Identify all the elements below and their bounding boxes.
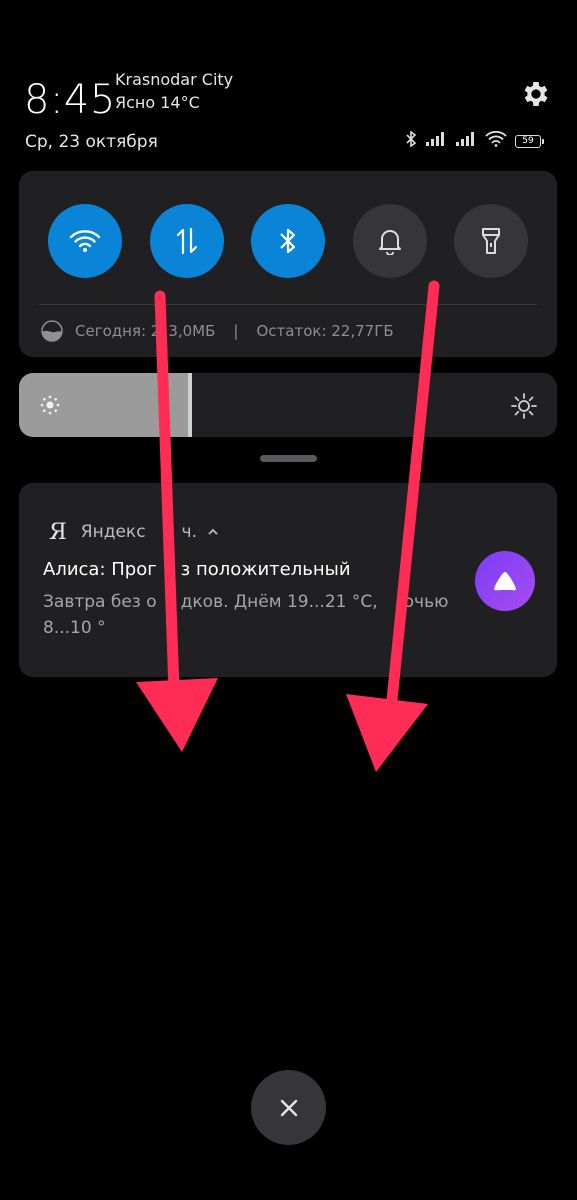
app-name: Яндекс xyxy=(80,522,146,542)
notification-header: Я Яндекс ч. xyxy=(49,519,219,545)
wifi-icon xyxy=(485,130,507,151)
data-transfer-icon xyxy=(176,227,198,255)
sound-toggle[interactable] xyxy=(353,204,427,278)
usage-remaining: Остаток: 22,77ГБ xyxy=(256,322,394,340)
data-usage-icon xyxy=(41,320,63,342)
weather-condition[interactable]: Ясно 14°C xyxy=(115,93,200,113)
brightness-high-icon xyxy=(511,393,537,419)
clock[interactable]: 8:45 xyxy=(24,76,116,124)
signal-icon xyxy=(455,131,477,151)
brightness-handle[interactable] xyxy=(188,373,193,437)
notification-card[interactable]: Я Яндекс ч. Алиса: Прог з положительный З… xyxy=(19,483,557,677)
mobile-data-toggle[interactable] xyxy=(150,204,224,278)
usage-today: Сегодня: 2 xyxy=(75,322,161,340)
date-label[interactable]: Ср, 23 октября xyxy=(25,131,158,153)
signal-icon xyxy=(425,131,447,151)
bell-icon xyxy=(379,230,401,255)
weather-city[interactable]: Krasnodar City xyxy=(115,70,233,90)
wifi-toggle[interactable] xyxy=(48,204,122,278)
usage-separator: | xyxy=(233,322,239,340)
clear-notifications-button[interactable] xyxy=(251,1070,326,1145)
flashlight-icon xyxy=(482,228,500,254)
status-bar: 59 xyxy=(405,130,544,152)
bluetooth-icon xyxy=(405,130,417,151)
chevron-up-icon[interactable] xyxy=(207,527,219,537)
close-icon xyxy=(280,1099,297,1116)
notification-time: ч. xyxy=(181,522,197,542)
notification-title: Алиса: Прог з положительный xyxy=(43,559,351,580)
notification-body: Завтра без о дков. Днём 19...21 °С, очью 8… xyxy=(43,592,449,638)
wifi-icon xyxy=(69,230,101,252)
panel-divider xyxy=(39,304,537,305)
settings-gear-icon[interactable] xyxy=(520,78,552,110)
alice-assistant-icon xyxy=(475,551,535,611)
panel-drag-handle[interactable] xyxy=(260,455,317,462)
brightness-low-icon xyxy=(40,395,60,415)
yandex-logo-icon: Я xyxy=(49,519,67,545)
usage-today-amount: 3,0МБ xyxy=(168,322,216,340)
brightness-slider[interactable] xyxy=(19,373,557,437)
data-usage-row[interactable]: Сегодня: 2 3,0МБ | Остаток: 22,77ГБ xyxy=(41,319,394,343)
battery-icon: 59 xyxy=(515,134,544,148)
flashlight-toggle[interactable] xyxy=(454,204,528,278)
bluetooth-icon xyxy=(280,228,296,254)
quick-settings-panel: Сегодня: 2 3,0МБ | Остаток: 22,77ГБ xyxy=(19,171,557,357)
bluetooth-toggle[interactable] xyxy=(251,204,325,278)
